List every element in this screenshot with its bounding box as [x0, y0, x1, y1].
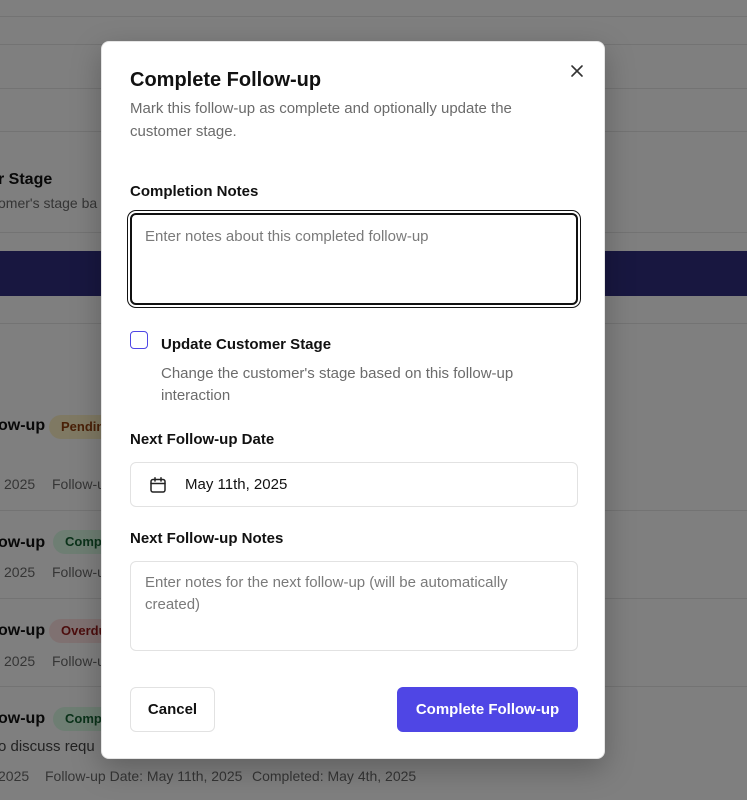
complete-followup-button[interactable]: Complete Follow-up	[397, 687, 578, 732]
dialog-title: Complete Follow-up	[130, 69, 322, 91]
update-stage-checkbox[interactable]	[130, 331, 148, 349]
next-notes-label: Next Follow-up Notes	[130, 530, 284, 547]
completion-notes-input[interactable]	[130, 213, 578, 305]
close-icon	[571, 65, 583, 77]
update-stage-label[interactable]: Update Customer Stage	[161, 336, 331, 353]
calendar-icon	[150, 476, 166, 493]
close-button[interactable]	[566, 60, 588, 82]
complete-followup-dialog: Complete Follow-up Mark this follow-up a…	[101, 41, 605, 759]
dialog-description: Mark this follow-up as complete and opti…	[130, 100, 512, 140]
next-date-label: Next Follow-up Date	[130, 431, 275, 448]
next-date-picker[interactable]: May 11th, 2025	[130, 462, 578, 507]
completion-notes-label: Completion Notes	[130, 183, 259, 200]
next-date-value: May 11th, 2025	[185, 476, 288, 493]
cancel-button[interactable]: Cancel	[130, 687, 215, 732]
update-stage-description: Change the customer's stage based on thi…	[161, 365, 514, 404]
next-notes-input[interactable]	[130, 561, 578, 651]
